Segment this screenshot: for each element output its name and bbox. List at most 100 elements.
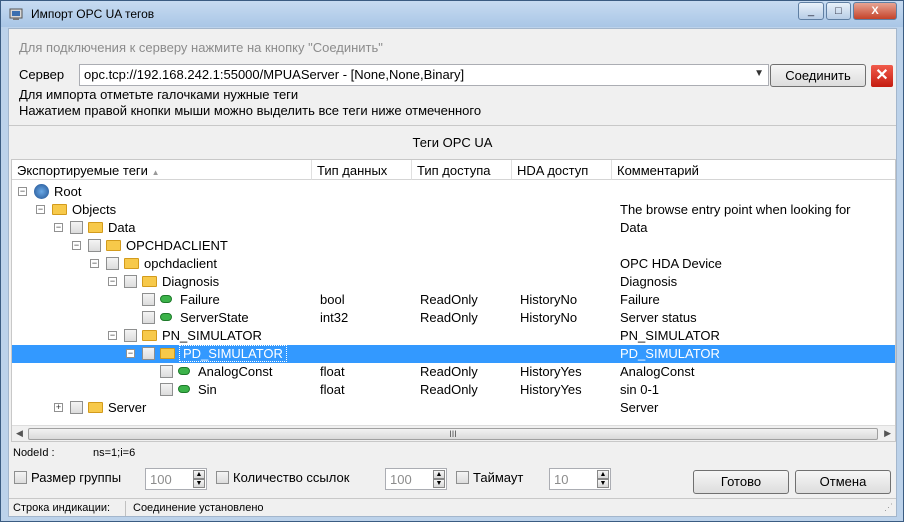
horizontal-scrollbar[interactable]: ◀ III ▶ xyxy=(12,425,895,441)
tree-row[interactable]: + Server Server xyxy=(12,399,895,417)
folder-icon xyxy=(52,204,67,215)
folder-icon xyxy=(88,402,103,413)
cell-hda: HistoryNo xyxy=(520,310,578,325)
tag-icon xyxy=(178,385,190,393)
cell-hda: HistoryYes xyxy=(520,382,582,397)
tree-row[interactable]: Failure bool ReadOnly HistoryNo Failure xyxy=(12,291,895,309)
timeout-checkbox[interactable] xyxy=(456,471,469,484)
cell-name: PD_SIMULATOR xyxy=(179,345,287,362)
cell-comment: Diagnosis xyxy=(620,274,678,289)
cell-name: Failure xyxy=(180,292,220,307)
tag-checkbox[interactable] xyxy=(160,365,173,378)
tags-tree-grid[interactable]: Экспортируемые теги ▲ Тип данных Тип дос… xyxy=(11,159,896,442)
app-icon xyxy=(9,8,23,20)
tree-row[interactable]: AnalogConst float ReadOnly HistoryYes Analog… xyxy=(12,363,895,381)
tag-checkbox[interactable] xyxy=(70,221,83,234)
column-header-tags[interactable]: Экспортируемые теги ▲ xyxy=(12,160,312,180)
cell-name: PN_SIMULATOR xyxy=(162,328,262,343)
import-note: Для импорта отметьте галочками нужные те… xyxy=(19,87,299,102)
link-count-spinner[interactable]: 100 ▲ ▼ xyxy=(385,468,447,490)
collapse-icon[interactable]: − xyxy=(108,331,117,340)
status-divider xyxy=(125,501,126,516)
tag-checkbox[interactable] xyxy=(124,275,137,288)
tag-checkbox[interactable] xyxy=(88,239,101,252)
spin-down-icon[interactable]: ▼ xyxy=(433,479,445,488)
group-size-value: 100 xyxy=(150,472,172,487)
status-value: Соединение установлено xyxy=(133,502,264,514)
spin-up-icon[interactable]: ▲ xyxy=(433,470,445,479)
column-header-hda[interactable]: HDA доступ xyxy=(512,160,612,180)
column-header-comment[interactable]: Комментарий xyxy=(612,160,895,180)
cell-name: AnalogConst xyxy=(198,364,273,379)
cell-comment: PN_SIMULATOR xyxy=(620,328,720,343)
tags-panel-title: Теги OPC UA xyxy=(412,135,493,150)
cell-name: Objects xyxy=(72,202,117,217)
ok-button[interactable]: Готово xyxy=(693,470,789,494)
collapse-icon[interactable]: − xyxy=(126,349,135,358)
tag-checkbox[interactable] xyxy=(142,311,155,324)
chevron-down-icon[interactable]: ▼ xyxy=(754,68,764,79)
collapse-icon[interactable]: − xyxy=(36,205,45,214)
tag-checkbox[interactable] xyxy=(124,329,137,342)
connect-hint: Для подключения к серверу нажмите на кно… xyxy=(19,40,383,55)
collapse-icon[interactable]: − xyxy=(54,223,63,232)
cell-comment: Data xyxy=(620,220,648,235)
collapse-icon[interactable]: − xyxy=(72,241,81,250)
collapse-icon[interactable]: − xyxy=(108,277,117,286)
cell-hda: HistoryYes xyxy=(520,364,582,379)
collapse-icon[interactable]: − xyxy=(90,259,99,268)
column-header-access[interactable]: Тип доступа xyxy=(412,160,512,180)
tag-icon xyxy=(178,367,190,375)
tree-row[interactable]: − Root xyxy=(12,183,895,201)
folder-icon xyxy=(160,348,175,359)
tag-checkbox[interactable] xyxy=(106,257,119,270)
spin-down-icon[interactable]: ▼ xyxy=(597,479,609,488)
column-header-type[interactable]: Тип данных xyxy=(312,160,412,180)
node-id-label: NodeId : xyxy=(13,447,55,459)
folder-icon xyxy=(88,222,103,233)
window-close-button[interactable]: X xyxy=(853,2,897,20)
spin-up-icon[interactable]: ▲ xyxy=(597,470,609,479)
close-red-x-icon[interactable]: ✕ xyxy=(871,65,893,87)
scroll-left-icon[interactable]: ◀ xyxy=(16,428,23,439)
connect-button[interactable]: Соединить xyxy=(770,64,866,87)
cell-comment: Server status xyxy=(620,310,697,325)
tree-row[interactable]: Sin float ReadOnly HistoryYes sin 0-1 xyxy=(12,381,895,399)
tag-checkbox[interactable] xyxy=(142,293,155,306)
tree-row[interactable]: − PN_SIMULATOR PN_SIMULATOR xyxy=(12,327,895,345)
cell-name: Root xyxy=(54,184,82,199)
cell-type: int32 xyxy=(320,310,349,325)
group-size-spinner[interactable]: 100 ▲ ▼ xyxy=(145,468,207,490)
collapse-icon[interactable]: − xyxy=(18,187,27,196)
cancel-button[interactable]: Отмена xyxy=(795,470,891,494)
spin-up-icon[interactable]: ▲ xyxy=(193,470,205,479)
tree-row[interactable]: − Objects The browse entry point when look… xyxy=(12,201,895,219)
tag-checkbox[interactable] xyxy=(70,401,83,414)
cell-comment: Failure xyxy=(620,292,660,307)
tree-row[interactable]: ServerState int32 ReadOnly HistoryNo Server … xyxy=(12,309,895,327)
tree-row[interactable]: − PD_SIMULATOR PD_SIMULATOR xyxy=(12,345,895,363)
spin-down-icon[interactable]: ▼ xyxy=(193,479,205,488)
resize-grip-icon[interactable]: ⋰ xyxy=(884,502,893,513)
cell-name: OPCHDACLIENT xyxy=(126,238,228,253)
status-label: Строка индикации: xyxy=(13,502,111,514)
link-count-checkbox[interactable] xyxy=(216,471,229,484)
scroll-thumb[interactable]: III xyxy=(28,428,878,440)
group-size-checkbox[interactable] xyxy=(14,471,27,484)
cell-comment: PD_SIMULATOR xyxy=(620,346,720,361)
scroll-right-icon[interactable]: ▶ xyxy=(884,428,891,439)
server-select[interactable]: opc.tcp://192.168.242.1:55000/MPUAServer… xyxy=(79,64,769,86)
cell-access: ReadOnly xyxy=(420,292,478,307)
node-id-value: ns=1;i=6 xyxy=(93,447,136,459)
expand-icon[interactable]: + xyxy=(54,403,63,412)
tree-row[interactable]: − opchdaclient OPC HDA Device xyxy=(12,255,895,273)
cell-name: Data xyxy=(108,220,136,235)
tree-row[interactable]: − OPCHDACLIENT xyxy=(12,237,895,255)
maximize-button[interactable]: □ xyxy=(826,2,851,20)
minimize-button[interactable]: _ xyxy=(798,2,824,20)
tag-checkbox[interactable] xyxy=(160,383,173,396)
tree-row[interactable]: − Data Data xyxy=(12,219,895,237)
timeout-spinner[interactable]: 10 ▲ ▼ xyxy=(549,468,611,490)
tree-row[interactable]: − Diagnosis Diagnosis xyxy=(12,273,895,291)
tag-checkbox[interactable] xyxy=(142,347,155,360)
